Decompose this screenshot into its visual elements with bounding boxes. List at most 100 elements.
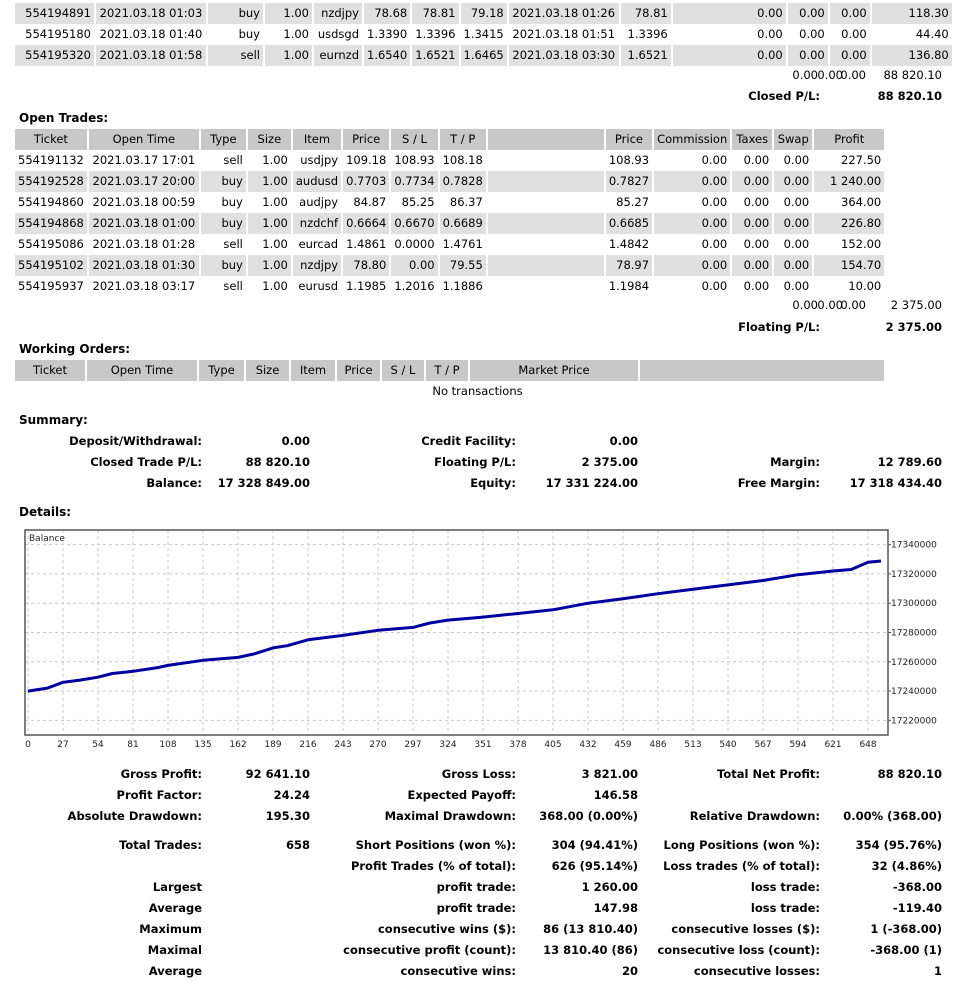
cell-type: buy [221,195,243,209]
open-trades-header-7: T / P [439,129,486,150]
cell-blank [487,171,604,192]
working-orders-header-2: Type [199,360,244,381]
closed-total-taxes: 0.00 [817,68,843,82]
working-orders-header-0: Ticket [15,360,85,381]
cell-open-time: 2021.03.18 01:30 [88,255,199,276]
cell-swap: 0.00 [829,3,870,24]
cell-price: 0.6664 [343,213,390,234]
closed-trade-pl-label: Closed Trade P/L: [90,455,202,469]
y-tick-label: 17280000 [891,629,937,639]
maximal-drawdown-label: Maximal Drawdown: [384,809,516,823]
cell-ticket: 554191132 [18,153,84,167]
cell-sl: 0.7734 [391,171,438,192]
cell-blank [488,234,604,255]
cell-ticket: 554195180 [25,27,91,41]
cell-ticket: 554194868 [15,213,87,234]
gross-profit-label: Gross Profit: [120,767,202,781]
balance-line [27,559,882,693]
average-loss-value: -119.40 [892,901,942,915]
open-trade-row: 554191132 2021.03.17 17:01 sell 1.00 usdjpy 1… [15,150,884,171]
x-tick-label: 81 [127,740,138,750]
loss-trades-value: 32 (4.86%) [871,859,942,873]
cell-profit: 364.00 [841,195,882,209]
x-tick-label: 594 [789,740,806,750]
working-orders-header-4: Item [291,360,335,381]
loss-trades-label: Loss trades (% of total): [663,859,820,873]
maximal-label: Maximal [147,943,202,957]
deposit-value: 0.00 [281,434,310,448]
x-tick-label: 189 [264,740,281,750]
cell-size: 1.00 [247,255,291,276]
avg-consec-wins-label: consecutive wins: [400,964,517,978]
working-orders-header-1: Open Time [87,360,197,381]
total-trades-value: 658 [285,838,310,852]
cell-open-time: 2021.03.17 20:00 [88,171,199,192]
open-trades-header-9: Price [605,129,653,150]
closed-total-profit: 88 820.10 [883,68,942,82]
x-tick-label: 108 [159,740,176,750]
floating-pl-value: 2 375.00 [885,320,942,334]
x-tick-label: 378 [509,740,526,750]
cell-sl: 1.6521 [412,45,459,66]
details-title: Details: [19,505,72,519]
open-trades-header-4: Item [292,129,342,150]
working-orders-table: Ticket Open Time Type Size Item Price S / LT /… [13,360,886,381]
equity-label: Equity: [470,476,516,490]
open-trades-header-3: Size [247,129,291,150]
x-tick-label: 513 [684,740,701,750]
no-transactions-text: No transactions [432,384,523,398]
cell-open-time: 2021.03.18 03:17 [92,279,196,293]
cell-type: sell [208,45,263,66]
working-orders-header-7: T / P [426,360,468,381]
max-consec-wins-label: consecutive wins ($): [377,922,516,936]
cell-item: audjpy [299,195,339,209]
summary-floating-pl-value: 2 375.00 [581,455,638,469]
short-positions-value: 304 (94.41%) [551,838,638,852]
largest-profit-value: 1 260.00 [581,880,638,894]
x-tick-label: 459 [614,740,631,750]
cell-sl: 1.3396 [415,27,456,41]
open-trades-header-8 [487,129,604,150]
cell-taxes: 0.00 [787,45,828,66]
cell-sl: 85.25 [401,195,435,209]
y-tick-label: 17260000 [891,658,937,668]
cell-commission: 0.00 [701,195,728,209]
cell-item: nzdchf [292,213,342,234]
open-trades-header-0: Ticket [15,129,87,150]
gross-loss-value: 3 821.00 [581,767,638,781]
x-tick-label: 27 [57,740,68,750]
cell-sl: 0.6670 [391,213,438,234]
maximal-consec-profit-value: 13 810.40 (86) [543,943,638,957]
x-tick-label: 54 [92,740,104,750]
max-consec-losses-value: 1 (-368.00) [870,922,942,936]
maximal-drawdown-value: 368.00 (0.00%) [539,809,638,823]
cell-swap: 0.00 [774,213,813,234]
x-tick-label: 621 [824,740,841,750]
cell-price: 1.6540 [364,45,411,66]
short-positions-label: Short Positions (won %): [355,838,516,852]
closed-pl-value: 88 820.10 [877,89,942,103]
credit-label: Credit Facility: [421,434,516,448]
closed-trade-pl-value: 88 820.10 [245,455,310,469]
cell-sl: 0.00 [391,255,438,276]
largest-profit-label: profit trade: [436,880,516,894]
balance-value: 17 328 849.00 [217,476,310,490]
cell-commission: 0.00 [672,45,786,66]
cell-blank [487,213,604,234]
gross-profit-value: 92 641.10 [245,767,310,781]
cell-open-time: 2021.03.18 01:00 [88,213,199,234]
cell-type: buy [200,255,246,276]
profit-factor-value: 24.24 [273,788,310,802]
cell-item: audusd [292,171,342,192]
working-orders-header-3: Size [246,360,289,381]
avg-consec-losses-label: consecutive losses: [693,964,820,978]
cell-tp: 0.6689 [439,213,486,234]
cell-open-time: 2021.03.18 01:28 [92,237,196,251]
x-tick-label: 486 [649,740,666,750]
total-trades-label: Total Trades: [119,838,202,852]
cell-sl: 108.93 [394,153,435,167]
cell-blank [488,276,604,297]
free-margin-value: 17 318 434.40 [849,476,942,490]
average-label: Average [148,901,202,915]
open-trades-header-6: S / L [391,129,438,150]
